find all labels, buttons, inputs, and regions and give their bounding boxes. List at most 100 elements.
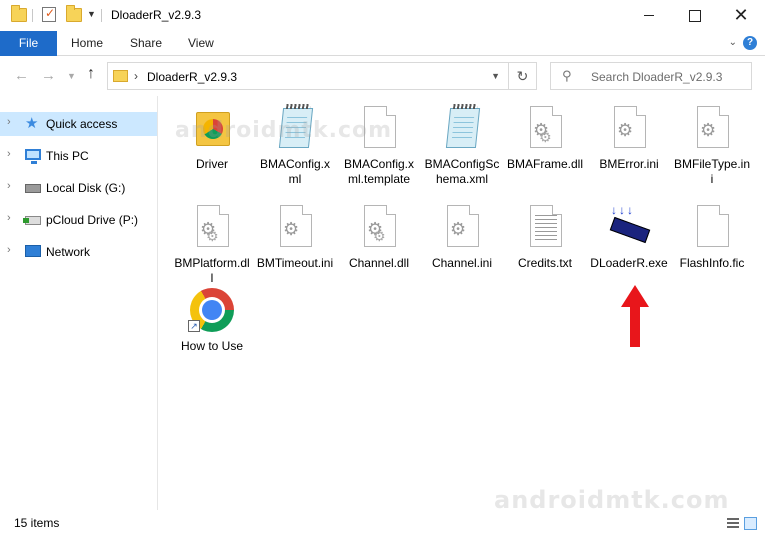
file-item[interactable]: FlashInfo.fic (673, 205, 751, 271)
file-label: Channel.ini (431, 256, 493, 270)
tab-share[interactable]: Share (130, 31, 162, 56)
large-icons-view-icon[interactable] (744, 517, 757, 530)
file-label: Channel.dll (348, 256, 410, 270)
expand-chevron-icon[interactable]: › (7, 180, 11, 192)
search-placeholder: Search DloaderR_v2.9.3 (591, 70, 723, 84)
blank-document-icon (688, 205, 736, 253)
sidebar-item-label: Quick access (46, 117, 118, 131)
file-item[interactable]: ⚙ ⚙ BMPlatform.dll (173, 205, 251, 286)
expand-ribbon-chevron-icon[interactable]: ⌄ (729, 37, 737, 48)
navigation-pane: › ★ Quick access › This PC › Local Disk … (0, 96, 158, 510)
file-item[interactable]: ⚙ ⚙ BMAFrame.dll (506, 106, 584, 172)
file-label: BMError.ini (599, 157, 659, 171)
file-item[interactable]: ↗ How to Use (173, 288, 251, 354)
divider (101, 9, 102, 22)
star-icon: ★ (25, 115, 39, 132)
file-label: BMFileType.ini (673, 157, 751, 186)
watermark: androidmtk.com (175, 118, 393, 143)
breadcrumb[interactable]: DloaderR_v2.9.3 (147, 70, 237, 84)
sidebar-item-label: Local Disk (G:) (46, 181, 126, 195)
file-item[interactable]: ⚙ BMFileType.ini (673, 106, 751, 187)
computer-icon (25, 149, 41, 164)
sidebar-item-label: Network (46, 245, 91, 259)
window-title: DloaderR_v2.9.3 (111, 8, 202, 22)
tab-home[interactable]: Home (71, 31, 103, 56)
file-label: BMTimeout.ini (256, 256, 334, 270)
divider (32, 9, 33, 22)
breadcrumb-chevron-icon[interactable]: › (134, 69, 138, 83)
shortcut-arrow-icon: ↗ (188, 320, 200, 332)
network-icon (25, 245, 41, 257)
maximize-button[interactable] (672, 0, 718, 31)
back-arrow-icon[interactable]: ← (14, 67, 29, 84)
cloud-drive-icon (23, 216, 41, 225)
file-list: Driver BMAConfig.xml BMAConfig.xml.templ… (159, 96, 765, 510)
navigation-bar: ← → ▼ ↑ › DloaderR_v2.9.3 ▼ ↻ ⚲ Search D… (0, 56, 765, 96)
details-view-icon[interactable] (727, 518, 739, 529)
dll-gear-icon: ⚙ ⚙ (355, 205, 403, 253)
expand-chevron-icon[interactable]: › (7, 148, 11, 160)
close-button[interactable]: ✕ (718, 0, 764, 31)
file-item[interactable]: ⚙ ⚙ Channel.dll (340, 205, 418, 271)
file-item[interactable]: ⚙ BMError.ini (590, 106, 668, 172)
xml-document-icon (438, 106, 486, 154)
chip-exe-icon: ↓↓↓ (605, 203, 653, 253)
search-icon: ⚲ (562, 69, 572, 84)
tab-file[interactable]: File (0, 31, 57, 56)
item-count: 15 items (14, 516, 60, 530)
file-label: BMAConfigSchema.xml (424, 157, 500, 186)
help-icon[interactable]: ? (743, 36, 757, 50)
sidebar-item-pcloud-drive[interactable]: › pCloud Drive (P:) (0, 208, 157, 232)
file-label: BMAFrame.dll (506, 157, 583, 171)
ribbon: File Home Share View ⌄ ? (0, 31, 765, 56)
folder-icon[interactable] (11, 5, 27, 22)
expand-chevron-icon[interactable]: › (7, 212, 11, 224)
file-label: Credits.txt (517, 256, 572, 270)
file-label: BMAConfig.xml (259, 157, 331, 186)
file-label: FlashInfo.fic (679, 256, 745, 270)
up-arrow-icon[interactable]: ↑ (87, 65, 95, 83)
text-document-icon (521, 205, 569, 253)
title-bar: ▼ DloaderR_v2.9.3 ✕ (0, 0, 765, 31)
file-item[interactable]: BMAConfigSchema.xml (423, 106, 501, 187)
folder-icon (113, 70, 128, 82)
file-item[interactable]: ↓↓↓ DLoaderR.exe (590, 203, 668, 271)
chrome-shortcut-icon: ↗ (188, 288, 236, 336)
file-item[interactable]: ⚙ Channel.ini (423, 205, 501, 271)
file-label: How to Use (180, 339, 244, 353)
status-bar: 15 items (0, 510, 765, 536)
tab-view[interactable]: View (188, 31, 214, 56)
ini-gear-icon: ⚙ (438, 205, 486, 253)
properties-icon[interactable] (42, 6, 56, 22)
address-history-dropdown-icon[interactable]: ▼ (491, 71, 500, 81)
dll-gear-icon: ⚙ ⚙ (188, 205, 236, 253)
ini-gear-icon: ⚙ (688, 106, 736, 154)
forward-arrow-icon[interactable]: → (41, 67, 56, 84)
sidebar-item-label: This PC (46, 149, 89, 163)
ini-gear-icon: ⚙ (605, 106, 653, 154)
file-item[interactable]: Credits.txt (506, 205, 584, 271)
sidebar-item-this-pc[interactable]: › This PC (0, 144, 157, 168)
search-input[interactable]: ⚲ Search DloaderR_v2.9.3 (550, 62, 752, 90)
sidebar-item-local-disk[interactable]: › Local Disk (G:) (0, 176, 157, 200)
file-label: Driver (196, 157, 228, 171)
quick-access-toolbar-dropdown[interactable]: ▼ (87, 9, 96, 19)
minimize-button[interactable] (626, 0, 672, 31)
annotation-arrow-icon (621, 285, 649, 347)
file-label: DLoaderR.exe (590, 256, 668, 270)
sidebar-item-label: pCloud Drive (P:) (46, 213, 139, 227)
file-label: BMAConfig.xml.template (343, 157, 415, 186)
file-label: BMPlatform.dll (174, 256, 250, 285)
refresh-button[interactable]: ↻ (509, 62, 537, 90)
expand-chevron-icon[interactable]: › (7, 116, 11, 128)
ini-gear-icon: ⚙ (271, 205, 319, 253)
dll-gear-icon: ⚙ ⚙ (521, 106, 569, 154)
address-bar[interactable]: › DloaderR_v2.9.3 ▼ (107, 62, 509, 90)
recent-locations-chevron-icon[interactable]: ▼ (67, 71, 76, 81)
sidebar-item-quick-access[interactable]: › ★ Quick access (0, 112, 157, 136)
expand-chevron-icon[interactable]: › (7, 244, 11, 256)
disk-icon (25, 184, 41, 193)
file-item[interactable]: ⚙ BMTimeout.ini (256, 205, 334, 271)
sidebar-item-network[interactable]: › Network (0, 240, 157, 264)
new-folder-icon[interactable] (66, 5, 82, 22)
